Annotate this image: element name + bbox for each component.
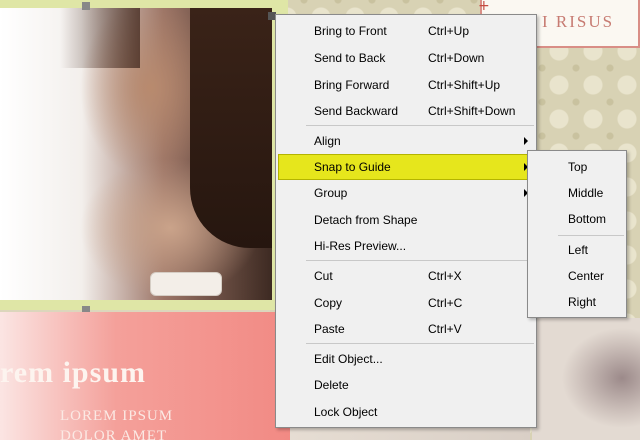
menu-item-label: Delete — [314, 378, 349, 392]
photo-detail-shade — [60, 8, 140, 68]
menu-item-bring-to-front[interactable]: Bring to Front Ctrl+Up — [278, 19, 534, 43]
snap-to-guide-submenu: Top Middle Bottom Left Center Right — [527, 150, 627, 318]
submenu-item-left[interactable]: Left — [530, 238, 624, 262]
menu-item-shortcut: Ctrl+Shift+Down — [428, 104, 516, 118]
menu-item-label: Edit Object... — [314, 352, 383, 366]
submenu-item-label: Left — [568, 243, 589, 257]
menu-item-label: Hi-Res Preview... — [314, 239, 407, 253]
plus-mark: + — [478, 0, 490, 14]
menu-item-align[interactable]: Align — [278, 129, 534, 153]
submenu-item-bottom[interactable]: Bottom — [530, 207, 624, 231]
menu-item-label: Send to Back — [314, 51, 386, 65]
submenu-item-right[interactable]: Right — [530, 290, 624, 314]
pink-block-subtitle: LOREM IPSUM — [60, 408, 174, 424]
menu-item-send-to-back[interactable]: Send to Back Ctrl+Down — [278, 46, 534, 70]
right-photo[interactable] — [532, 318, 640, 440]
photo-detail-cup — [150, 272, 222, 296]
context-menu: Bring to Front Ctrl+Up Send to Back Ctrl… — [275, 14, 537, 428]
menu-item-label: Group — [314, 186, 348, 200]
photo-detail-hair — [190, 8, 272, 248]
menu-item-hi-res-preview[interactable]: Hi-Res Preview... — [278, 234, 534, 258]
menu-item-send-backward[interactable]: Send Backward Ctrl+Shift+Down — [278, 99, 534, 123]
menu-item-cut[interactable]: Cut Ctrl+X — [278, 264, 534, 288]
menu-separator — [306, 260, 534, 261]
submenu-item-label: Right — [568, 295, 597, 309]
submenu-arrow-icon — [524, 137, 528, 145]
menu-item-label: Paste — [314, 322, 345, 336]
submenu-item-label: Center — [568, 269, 605, 283]
submenu-item-middle[interactable]: Middle — [530, 181, 624, 205]
pink-block-title: rem ipsum — [0, 356, 146, 389]
menu-item-label: Send Backward — [314, 104, 399, 118]
menu-separator — [306, 125, 534, 126]
menu-item-label: Cut — [314, 269, 333, 283]
menu-item-shortcut: Ctrl+C — [428, 296, 463, 310]
menu-item-label: Align — [314, 134, 341, 148]
selected-photo-frame[interactable] — [0, 0, 288, 310]
pink-block-subtitle-2: DOLOR AMET — [60, 428, 168, 440]
resize-handle-top[interactable] — [82, 2, 90, 10]
menu-item-label: Copy — [314, 296, 343, 310]
menu-item-shortcut: Ctrl+Down — [428, 51, 485, 65]
menu-item-copy[interactable]: Copy Ctrl+C — [278, 291, 534, 315]
submenu-item-center[interactable]: Center — [530, 264, 624, 288]
menu-item-shortcut: Ctrl+Shift+Up — [428, 78, 501, 92]
menu-item-detach-from-shape[interactable]: Detach from Shape — [278, 208, 534, 232]
menu-item-shortcut: Ctrl+V — [428, 322, 462, 336]
submenu-item-label: Bottom — [568, 212, 607, 226]
menu-item-bring-forward[interactable]: Bring Forward Ctrl+Shift+Up — [278, 73, 534, 97]
menu-item-label: Bring Forward — [314, 78, 390, 92]
menu-separator — [306, 343, 534, 344]
menu-item-label: Detach from Shape — [314, 213, 418, 227]
menu-item-snap-to-guide[interactable]: Snap to Guide — [278, 154, 534, 180]
menu-item-group[interactable]: Group — [278, 181, 534, 205]
submenu-item-label: Top — [568, 160, 588, 174]
menu-item-label: Lock Object — [314, 405, 378, 419]
top-card-text: I RISUS — [542, 12, 615, 31]
menu-item-shortcut: Ctrl+Up — [428, 24, 470, 38]
menu-item-edit-object[interactable]: Edit Object... — [278, 347, 534, 371]
menu-item-delete[interactable]: Delete — [278, 373, 534, 397]
menu-item-label: Snap to Guide — [314, 160, 391, 174]
menu-item-shortcut: Ctrl+X — [428, 269, 462, 283]
submenu-item-top[interactable]: Top — [530, 155, 624, 179]
submenu-item-label: Middle — [568, 186, 604, 200]
menu-item-lock-object[interactable]: Lock Object — [278, 400, 534, 424]
menu-item-label: Bring to Front — [314, 24, 387, 38]
submenu-separator — [558, 235, 624, 236]
menu-item-paste[interactable]: Paste Ctrl+V — [278, 317, 534, 341]
